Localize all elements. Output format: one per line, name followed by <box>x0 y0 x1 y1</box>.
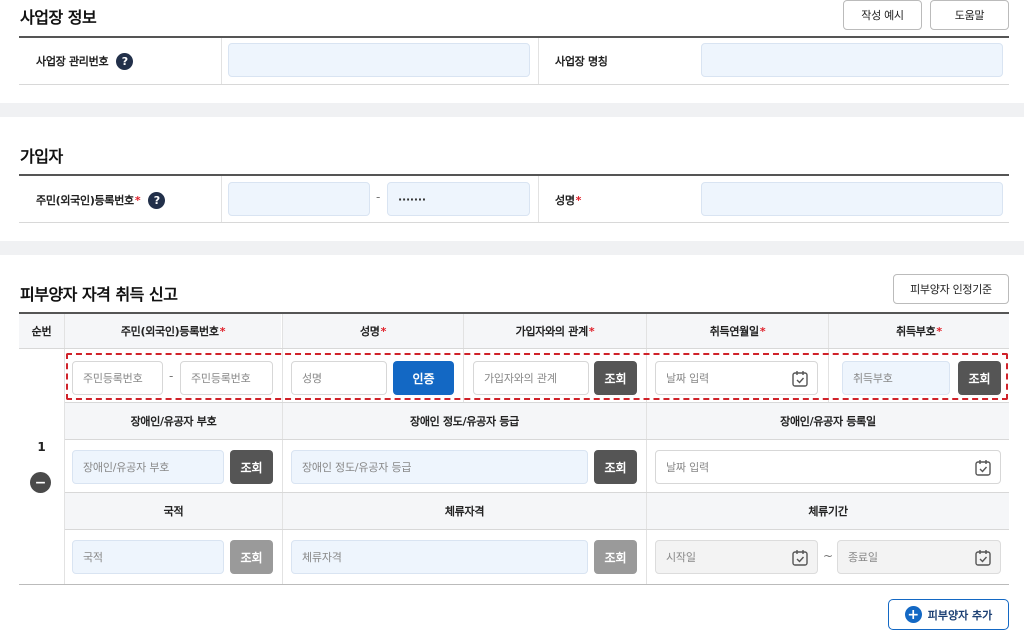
subscriber-rrn-label: 주민(외국인)등록번호 * ? <box>36 191 166 209</box>
header-seq: 순번 <box>19 314 64 348</box>
stay-start-placeholder: 시작일 <box>666 551 696 564</box>
mgmt-no-label: 사업장 관리번호 ? <box>36 52 134 70</box>
business-name-input[interactable] <box>701 43 1003 77</box>
required-mark: * <box>380 324 387 338</box>
row-border <box>65 439 1009 440</box>
row-seq: 1 <box>37 440 46 454</box>
calendar-icon[interactable] <box>974 459 992 477</box>
stay-status-input[interactable]: 체류자격 <box>291 540 588 574</box>
row-border <box>19 222 1009 223</box>
section-title-subscriber: 가입자 <box>20 147 63 166</box>
stay-status-lookup-button[interactable]: 조회 <box>594 540 637 574</box>
rrn-separator: - <box>376 190 381 204</box>
section-separator <box>0 241 1024 255</box>
plus-circle-icon: + <box>904 606 922 623</box>
subscriber-name-input[interactable] <box>701 182 1003 216</box>
header-acq-date-text: 취득연월일 <box>709 325 759 338</box>
example-button[interactable]: 작성 예시 <box>843 0 922 30</box>
nationality-lookup-button[interactable]: 조회 <box>230 540 273 574</box>
nationality-input[interactable]: 국적 <box>72 540 224 574</box>
subscriber-rrn-back-input[interactable]: ······· <box>387 182 530 216</box>
calendar-icon[interactable] <box>974 549 992 567</box>
header-acq-code: 취득부호 * <box>829 314 1009 348</box>
header-rrn: 주민(외국인)등록번호 * <box>65 314 281 348</box>
disability-reg-date-placeholder: 날짜 입력 <box>666 461 709 474</box>
header-stay-period: 체류기간 <box>647 493 1009 529</box>
header-rrn-text: 주민(외국인)등록번호 <box>120 325 219 338</box>
subscriber-name-label: 성명 * <box>555 191 581 209</box>
stay-end-placeholder: 종료일 <box>848 551 878 564</box>
header-stay-status: 체류자격 <box>283 493 646 529</box>
row-border <box>19 84 1009 85</box>
add-dependent-button[interactable]: + 피부양자 추가 <box>888 599 1009 630</box>
section-divider <box>19 174 1009 176</box>
header-relation: 가입자와의 관계 * <box>464 314 646 348</box>
required-mark: * <box>936 324 942 338</box>
required-mark: * <box>575 193 582 207</box>
question-icon[interactable]: ? <box>116 52 134 70</box>
required-mark: * <box>759 324 766 338</box>
help-button[interactable]: 도움말 <box>930 0 1009 30</box>
subscriber-name-label-text: 성명 <box>555 194 575 207</box>
stay-end-input[interactable]: 종료일 <box>837 540 1001 574</box>
section-title-dependent: 피부양자 자격 취득 신고 <box>20 285 178 304</box>
divider <box>538 176 539 222</box>
mgmt-no-input[interactable] <box>228 43 530 77</box>
disability-grade-lookup-button[interactable]: 조회 <box>594 450 637 484</box>
section-title-business: 사업장 정보 <box>20 8 97 27</box>
disability-code-input[interactable]: 장애인/유공자 부호 <box>72 450 224 484</box>
minus-circle-icon[interactable]: − <box>30 472 51 493</box>
highlight-box <box>66 353 1008 400</box>
header-disability-code: 장애인/유공자 부호 <box>65 403 282 439</box>
subscriber-rrn-front-input[interactable] <box>228 182 370 216</box>
required-mark: * <box>219 324 226 338</box>
table-bottom-border <box>19 584 1009 585</box>
criteria-button[interactable]: 피부양자 인정기준 <box>893 274 1009 304</box>
business-name-label: 사업장 명칭 <box>555 55 608 68</box>
section-divider <box>19 36 1009 38</box>
row-border <box>65 529 1009 530</box>
disability-reg-date-input[interactable]: 날짜 입력 <box>655 450 1001 484</box>
subscriber-rrn-label-text: 주민(외국인)등록번호 <box>36 194 134 207</box>
add-dependent-label: 피부양자 추가 <box>927 608 993 622</box>
divider <box>538 38 539 84</box>
question-icon[interactable]: ? <box>148 191 166 209</box>
header-nationality: 국적 <box>65 493 282 529</box>
stay-start-input[interactable]: 시작일 <box>655 540 818 574</box>
required-mark: * <box>588 324 595 338</box>
header-acq-date: 취득연월일 * <box>647 314 828 348</box>
header-name-text: 성명 <box>359 325 380 338</box>
header-disability-grade: 장애인 정도/유공자 등급 <box>283 403 646 439</box>
header-name: 성명 * <box>283 314 463 348</box>
mgmt-no-label-text: 사업장 관리번호 <box>36 55 109 68</box>
disability-grade-input[interactable]: 장애인 정도/유공자 등급 <box>291 450 588 484</box>
section-separator <box>0 103 1024 117</box>
range-separator: ~ <box>823 549 834 563</box>
disability-code-lookup-button[interactable]: 조회 <box>230 450 273 484</box>
row-border <box>19 348 1009 349</box>
calendar-icon[interactable] <box>791 549 809 567</box>
required-mark: * <box>134 193 141 207</box>
divider <box>221 176 222 222</box>
header-disability-reg-date: 장애인/유공자 등록일 <box>647 403 1009 439</box>
grid-line <box>64 314 65 584</box>
header-acq-code-text: 취득부호 <box>896 325 936 338</box>
divider <box>221 38 222 84</box>
header-relation-text: 가입자와의 관계 <box>515 325 589 338</box>
